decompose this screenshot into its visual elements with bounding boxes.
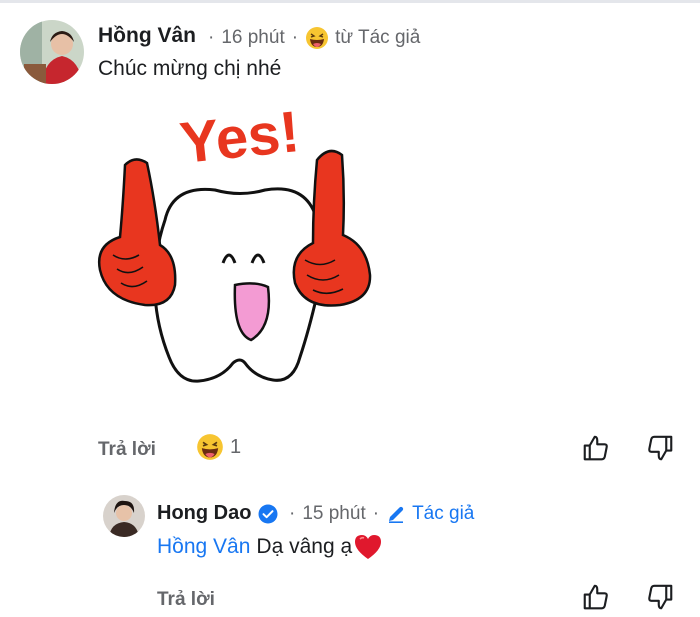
- separator-dot: ·: [291, 27, 299, 48]
- comment-time[interactable]: 16 phút: [221, 27, 284, 49]
- thumbs-up-icon[interactable]: [581, 433, 611, 463]
- pencil-icon: [386, 504, 406, 524]
- fan-label: từ Tác giả: [335, 27, 421, 48]
- thumbs-up-icon[interactable]: [581, 582, 611, 612]
- comment-text: Hồng Vân Dạ vâng ạ: [157, 534, 382, 560]
- reply-button[interactable]: Trả lời: [98, 439, 156, 461]
- reaction-count: 1: [230, 435, 242, 458]
- divider: [0, 0, 700, 3]
- separator-dot: ·: [208, 27, 215, 48]
- sticker-text: Yes!: [177, 99, 302, 176]
- comment-author[interactable]: Hồng Vân: [98, 24, 196, 48]
- separator-dot: ·: [289, 503, 296, 524]
- avatar[interactable]: [20, 20, 84, 84]
- grinning-squint-emoji-icon: [196, 433, 224, 461]
- mention-link[interactable]: Hồng Vân: [157, 535, 250, 559]
- thumbs-down-icon[interactable]: [645, 582, 675, 612]
- author-badge: Tác giả: [412, 503, 475, 524]
- comment-meta: · 15 phút · Tác giả: [282, 503, 474, 525]
- thumbs-down-icon[interactable]: [645, 433, 675, 463]
- comment-author[interactable]: Hong Dao: [157, 502, 278, 525]
- comment-meta: · 16 phút · từ Tác giả: [201, 26, 420, 50]
- separator-dot: ·: [372, 503, 380, 524]
- reply-button[interactable]: Trả lời: [157, 589, 215, 611]
- sticker-image: Yes!: [95, 95, 385, 390]
- verified-badge-icon: [258, 504, 278, 524]
- heart-icon: [354, 534, 382, 560]
- grinning-squint-emoji-icon: [305, 26, 329, 50]
- comment-time[interactable]: 15 phút: [302, 503, 365, 525]
- comment-text: Chúc mừng chị nhé: [98, 57, 282, 80]
- avatar[interactable]: [103, 495, 145, 537]
- reaction-summary[interactable]: 1: [196, 433, 241, 461]
